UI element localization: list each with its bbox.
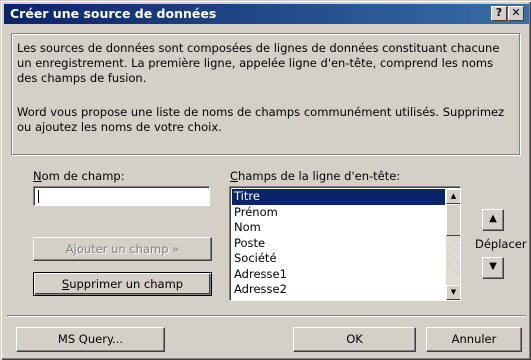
- field-name-input[interactable]: [33, 186, 210, 206]
- description-paragraph-2: Word vous propose une liste de noms de c…: [17, 105, 505, 134]
- move-up-button[interactable]: ▲: [482, 209, 504, 231]
- move-label: Déplacer: [475, 237, 527, 251]
- field-name-label: Nom de champ:: [33, 169, 125, 183]
- scroll-down-icon[interactable]: ▼: [446, 285, 460, 300]
- cancel-button[interactable]: Annuler: [426, 327, 522, 352]
- ms-query-button[interactable]: MS Query...: [16, 327, 165, 352]
- dialog-title: Créer une source de données: [10, 6, 217, 21]
- help-button[interactable]: ?: [491, 6, 507, 21]
- header-fields-label: Champs de la ligne d'en-tête:: [230, 169, 401, 183]
- list-scrollbar[interactable]: ▲ ▼: [446, 189, 460, 300]
- list-item-adresse2[interactable]: Adresse2: [232, 282, 445, 298]
- list-item-societe[interactable]: Société: [232, 251, 445, 267]
- dialog-window: Créer une source de données ? ✕ Les sour…: [0, 0, 531, 360]
- list-item-adresse1[interactable]: Adresse1: [232, 267, 445, 283]
- list-item-prenom[interactable]: Prénom: [232, 205, 445, 221]
- move-down-button[interactable]: ▼: [482, 257, 504, 279]
- header-fields-list[interactable]: Titre Prénom Nom Poste Société Adresse1 …: [229, 186, 461, 301]
- text-caret: [38, 190, 39, 203]
- list-item-titre[interactable]: Titre: [232, 189, 445, 205]
- scroll-up-icon[interactable]: ▲: [446, 189, 460, 204]
- list-item-poste[interactable]: Poste: [232, 236, 445, 252]
- separator: [7, 315, 526, 317]
- title-bar[interactable]: Créer une source de données ? ✕: [4, 4, 529, 24]
- delete-field-button[interactable]: Supprimer un champ: [33, 272, 212, 296]
- add-field-button[interactable]: Ajouter un champ »: [33, 237, 212, 261]
- description-paragraph-1: Les sources de données sont composées de…: [17, 41, 500, 85]
- scroll-thumb[interactable]: [446, 204, 460, 236]
- close-button[interactable]: ✕: [508, 6, 524, 21]
- ok-button[interactable]: OK: [293, 327, 416, 352]
- list-item-nom[interactable]: Nom: [232, 220, 445, 236]
